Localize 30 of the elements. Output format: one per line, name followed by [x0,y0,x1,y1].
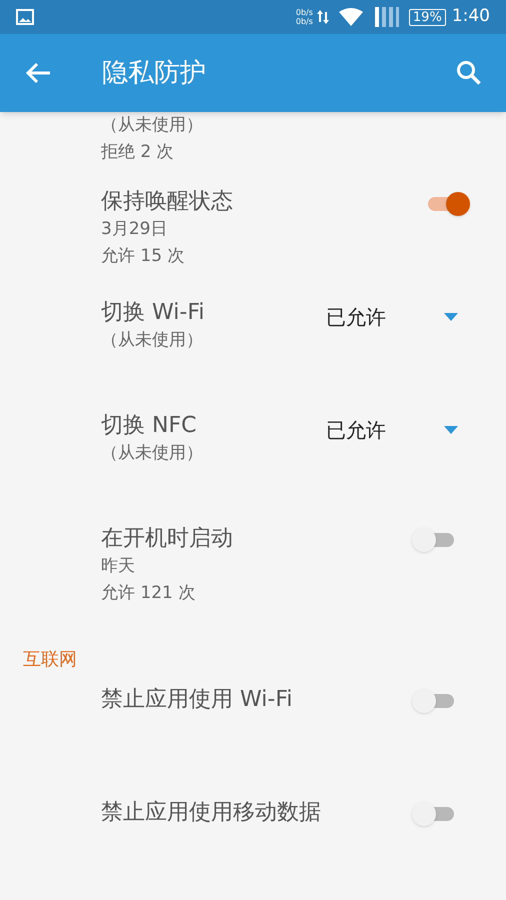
setting-title: 禁止应用使用移动数据 [101,799,322,827]
permission-dropdown[interactable]: 已允许 [326,303,458,331]
permission-dropdown[interactable]: 已允许 [326,416,458,444]
upload-speed: 0b/s [296,8,313,17]
back-arrow-icon[interactable] [24,61,52,85]
wifi-icon [338,8,363,26]
setting-summary: 拒绝 2 次 [101,141,175,164]
caret-icon [444,426,458,434]
signal-icon [374,7,399,27]
setting-title: 在开机时启动 [101,525,234,553]
setting-summary: （从未使用） [101,442,204,465]
page-title: 隐私防护 [102,56,207,90]
setting-title: 保持唤醒状态 [101,188,234,216]
section-header: 互联网 [23,648,77,672]
setting-summary: 允许 15 次 [101,245,186,268]
setting-title: 切换 Wi-Fi [101,299,206,327]
setting-summary: 3月29日 [101,218,168,241]
setting-summary: （从未使用） [101,114,204,137]
battery-indicator: 19% [408,8,446,26]
setting-title: 切换 NFC [101,412,198,440]
setting-summary: 允许 121 次 [101,582,196,605]
caret-icon [444,313,458,321]
data-arrows-icon [316,9,329,25]
setting-summary: 昨天 [101,555,136,578]
picture-icon [16,9,34,25]
clock: 1:40 [452,5,490,28]
setting-title: 禁止应用使用 Wi-Fi [101,686,294,714]
download-speed: 0b/s [296,17,313,26]
search-icon[interactable] [456,60,482,86]
setting-summary: （从未使用） [101,329,204,352]
